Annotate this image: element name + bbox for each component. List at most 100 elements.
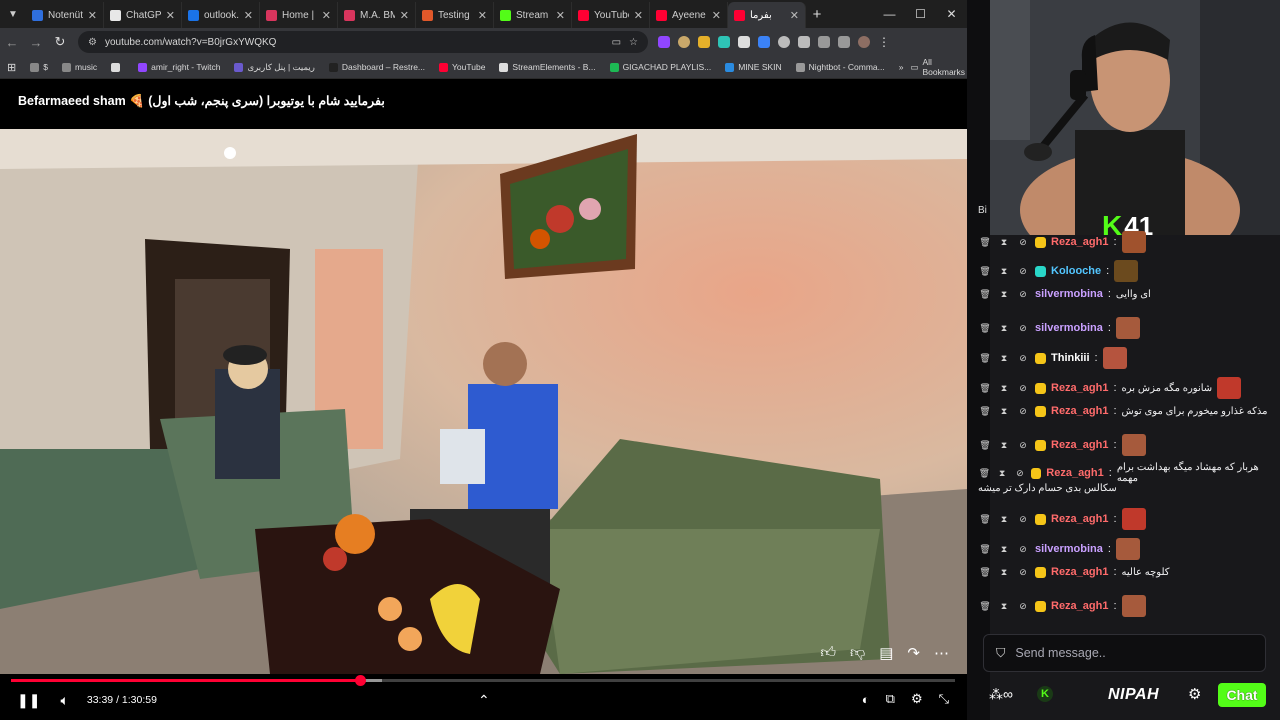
video-frame[interactable] bbox=[0, 129, 967, 674]
extension-icon[interactable] bbox=[658, 36, 670, 48]
chat-username[interactable]: Reza_agh1 bbox=[1051, 405, 1108, 417]
shield-icon[interactable]: ⛉ bbox=[996, 646, 1005, 661]
chat-username[interactable]: Reza_agh1 bbox=[1051, 566, 1108, 578]
close-tab-icon[interactable]: ✕ bbox=[634, 9, 643, 22]
delete-icon[interactable]: 🗑︎ bbox=[978, 289, 992, 300]
bookmark-item[interactable]: $ bbox=[23, 62, 55, 73]
chat-username[interactable]: silvermobina bbox=[1035, 543, 1103, 555]
tab-8[interactable]: Ayeene ✕ bbox=[650, 2, 728, 28]
close-tab-icon[interactable]: ✕ bbox=[400, 9, 409, 22]
bookmark-item[interactable]: MINE SKIN bbox=[718, 62, 788, 73]
bookmark-item[interactable]: ریمیت | پنل کاربری bbox=[227, 62, 321, 73]
timeout-icon[interactable]: ⧗ bbox=[997, 237, 1011, 248]
bookmark-item[interactable]: amir_right - Twitch bbox=[131, 62, 227, 73]
tab-5[interactable]: Testing p ✕ bbox=[416, 2, 494, 28]
extension-icon[interactable] bbox=[698, 36, 710, 48]
delete-icon[interactable]: 🗑︎ bbox=[978, 514, 992, 525]
tab-2[interactable]: outlook. ✕ bbox=[182, 2, 260, 28]
ban-icon[interactable]: ⊘ bbox=[1016, 544, 1030, 555]
timeout-icon[interactable]: ⧗ bbox=[997, 289, 1011, 300]
youtube-player[interactable]: Befarmaeed sham 🍕 بفرمایید شام با یوتیوب… bbox=[0, 79, 967, 720]
ban-icon[interactable]: ⊘ bbox=[1016, 353, 1030, 364]
timeout-icon[interactable]: ⧗ bbox=[997, 544, 1011, 555]
delete-icon[interactable]: 🗑︎ bbox=[978, 323, 992, 334]
settings-icon[interactable]: ⚙ bbox=[911, 691, 923, 707]
close-tab-icon[interactable]: ✕ bbox=[790, 9, 799, 22]
reload-icon[interactable]: ↻ bbox=[48, 34, 72, 50]
share-icon[interactable]: ↷ bbox=[907, 644, 920, 662]
chat-settings-icon[interactable]: ⚙ bbox=[1188, 685, 1201, 703]
tab-9[interactable]: بفرما ✕ bbox=[728, 2, 806, 28]
kick-emote-icon[interactable]: K bbox=[1036, 686, 1053, 702]
nipah-button[interactable]: NIPAH bbox=[1108, 686, 1159, 704]
dislike-icon[interactable]: 👎︎ bbox=[850, 644, 865, 662]
chat-username[interactable]: Reza_agh1 bbox=[1051, 236, 1108, 248]
bookmark-item[interactable]: Nightbot - Comma... bbox=[789, 62, 892, 73]
ban-icon[interactable]: ⊘ bbox=[1016, 323, 1030, 334]
puzzle-icon[interactable] bbox=[818, 36, 830, 48]
timeout-icon[interactable]: ⧗ bbox=[997, 323, 1011, 334]
chat-username[interactable]: silvermobina bbox=[1035, 322, 1103, 334]
maximize-icon[interactable]: ☐ bbox=[905, 7, 936, 21]
delete-icon[interactable]: 🗑︎ bbox=[978, 237, 992, 248]
timeout-icon[interactable]: ⧗ bbox=[997, 440, 1011, 451]
reading-list-icon[interactable] bbox=[838, 36, 850, 48]
miniplayer-icon[interactable]: ⤡ bbox=[939, 691, 949, 707]
extension-icon[interactable] bbox=[718, 36, 730, 48]
delete-icon[interactable]: 🗑︎ bbox=[978, 383, 992, 394]
comments-icon[interactable]: ▤ bbox=[879, 644, 893, 662]
tab-4[interactable]: M.A. BM ✕ bbox=[338, 2, 416, 28]
chat-username[interactable]: Reza_agh1 bbox=[1051, 600, 1108, 612]
tab-6[interactable]: Stream ✕ bbox=[494, 2, 572, 28]
timeout-icon[interactable]: ⧗ bbox=[997, 266, 1011, 277]
all-bookmarks[interactable]: ▭ All Bookmarks bbox=[910, 57, 975, 77]
extension-icon[interactable] bbox=[798, 36, 810, 48]
timeout-icon[interactable]: ⧗ bbox=[997, 601, 1011, 612]
chat-username[interactable]: Reza_agh1 bbox=[1051, 382, 1108, 394]
delete-icon[interactable]: 🗑︎ bbox=[978, 440, 992, 451]
tab-7[interactable]: YouTube ✕ bbox=[572, 2, 650, 28]
close-tab-icon[interactable]: ✕ bbox=[478, 9, 487, 22]
bookmark-item[interactable]: music bbox=[55, 62, 104, 73]
captions-icon[interactable]: ⧉ bbox=[886, 691, 895, 707]
chat-username[interactable]: Kolooche bbox=[1051, 265, 1101, 277]
ban-icon[interactable]: ⊘ bbox=[1016, 266, 1030, 277]
ban-icon[interactable]: ⊘ bbox=[1016, 406, 1030, 417]
tab-1[interactable]: ChatGPT ✕ bbox=[104, 2, 182, 28]
timeout-icon[interactable]: ⧗ bbox=[997, 353, 1011, 364]
ban-icon[interactable]: ⊘ bbox=[1016, 289, 1030, 300]
bookmark-star-icon[interactable]: ☆ bbox=[629, 37, 638, 48]
chat-input[interactable]: ⛉ Send message.. bbox=[983, 634, 1266, 672]
forward-icon[interactable]: → bbox=[24, 35, 48, 50]
ban-icon[interactable]: ⊘ bbox=[1016, 567, 1030, 578]
minimize-icon[interactable]: — bbox=[874, 7, 905, 21]
cast-icon[interactable]: ▭ bbox=[612, 37, 621, 48]
ban-icon[interactable]: ⊘ bbox=[1016, 383, 1030, 394]
extension-icon[interactable] bbox=[678, 36, 690, 48]
emote-picker-icon[interactable]: ⁂∞ bbox=[989, 686, 1013, 703]
delete-icon[interactable]: 🗑︎ bbox=[978, 468, 991, 479]
back-icon[interactable]: ← bbox=[0, 35, 24, 50]
timeout-icon[interactable]: ⧗ bbox=[996, 468, 1009, 479]
extension-icon[interactable] bbox=[738, 36, 750, 48]
close-tab-icon[interactable]: ✕ bbox=[712, 9, 721, 22]
pause-icon[interactable]: ❚❚ bbox=[17, 692, 40, 709]
delete-icon[interactable]: 🗑︎ bbox=[978, 406, 992, 417]
menu-kebab-icon[interactable]: ⋮ bbox=[878, 35, 890, 49]
timeout-icon[interactable]: ⧗ bbox=[997, 406, 1011, 417]
site-info-icon[interactable]: ⚙ bbox=[88, 37, 97, 48]
close-tab-icon[interactable]: ✕ bbox=[166, 9, 175, 22]
timeout-icon[interactable]: ⧗ bbox=[997, 514, 1011, 525]
autoplay-toggle-icon[interactable]: ◐ bbox=[862, 692, 870, 707]
close-tab-icon[interactable]: ✕ bbox=[322, 9, 331, 22]
chat-username[interactable]: Reza_agh1 bbox=[1046, 467, 1103, 479]
progress-bar[interactable] bbox=[11, 675, 955, 686]
close-tab-icon[interactable]: ✕ bbox=[244, 9, 253, 22]
ban-icon[interactable]: ⊘ bbox=[1014, 468, 1027, 479]
delete-icon[interactable]: 🗑︎ bbox=[978, 353, 992, 364]
tab-0[interactable]: Notenüt ✕ bbox=[26, 2, 104, 28]
like-icon[interactable]: 👍︎ bbox=[820, 644, 836, 662]
close-tab-icon[interactable]: ✕ bbox=[556, 9, 565, 22]
tab-search-icon[interactable]: ▼ bbox=[0, 9, 26, 20]
delete-icon[interactable]: 🗑︎ bbox=[978, 601, 992, 612]
